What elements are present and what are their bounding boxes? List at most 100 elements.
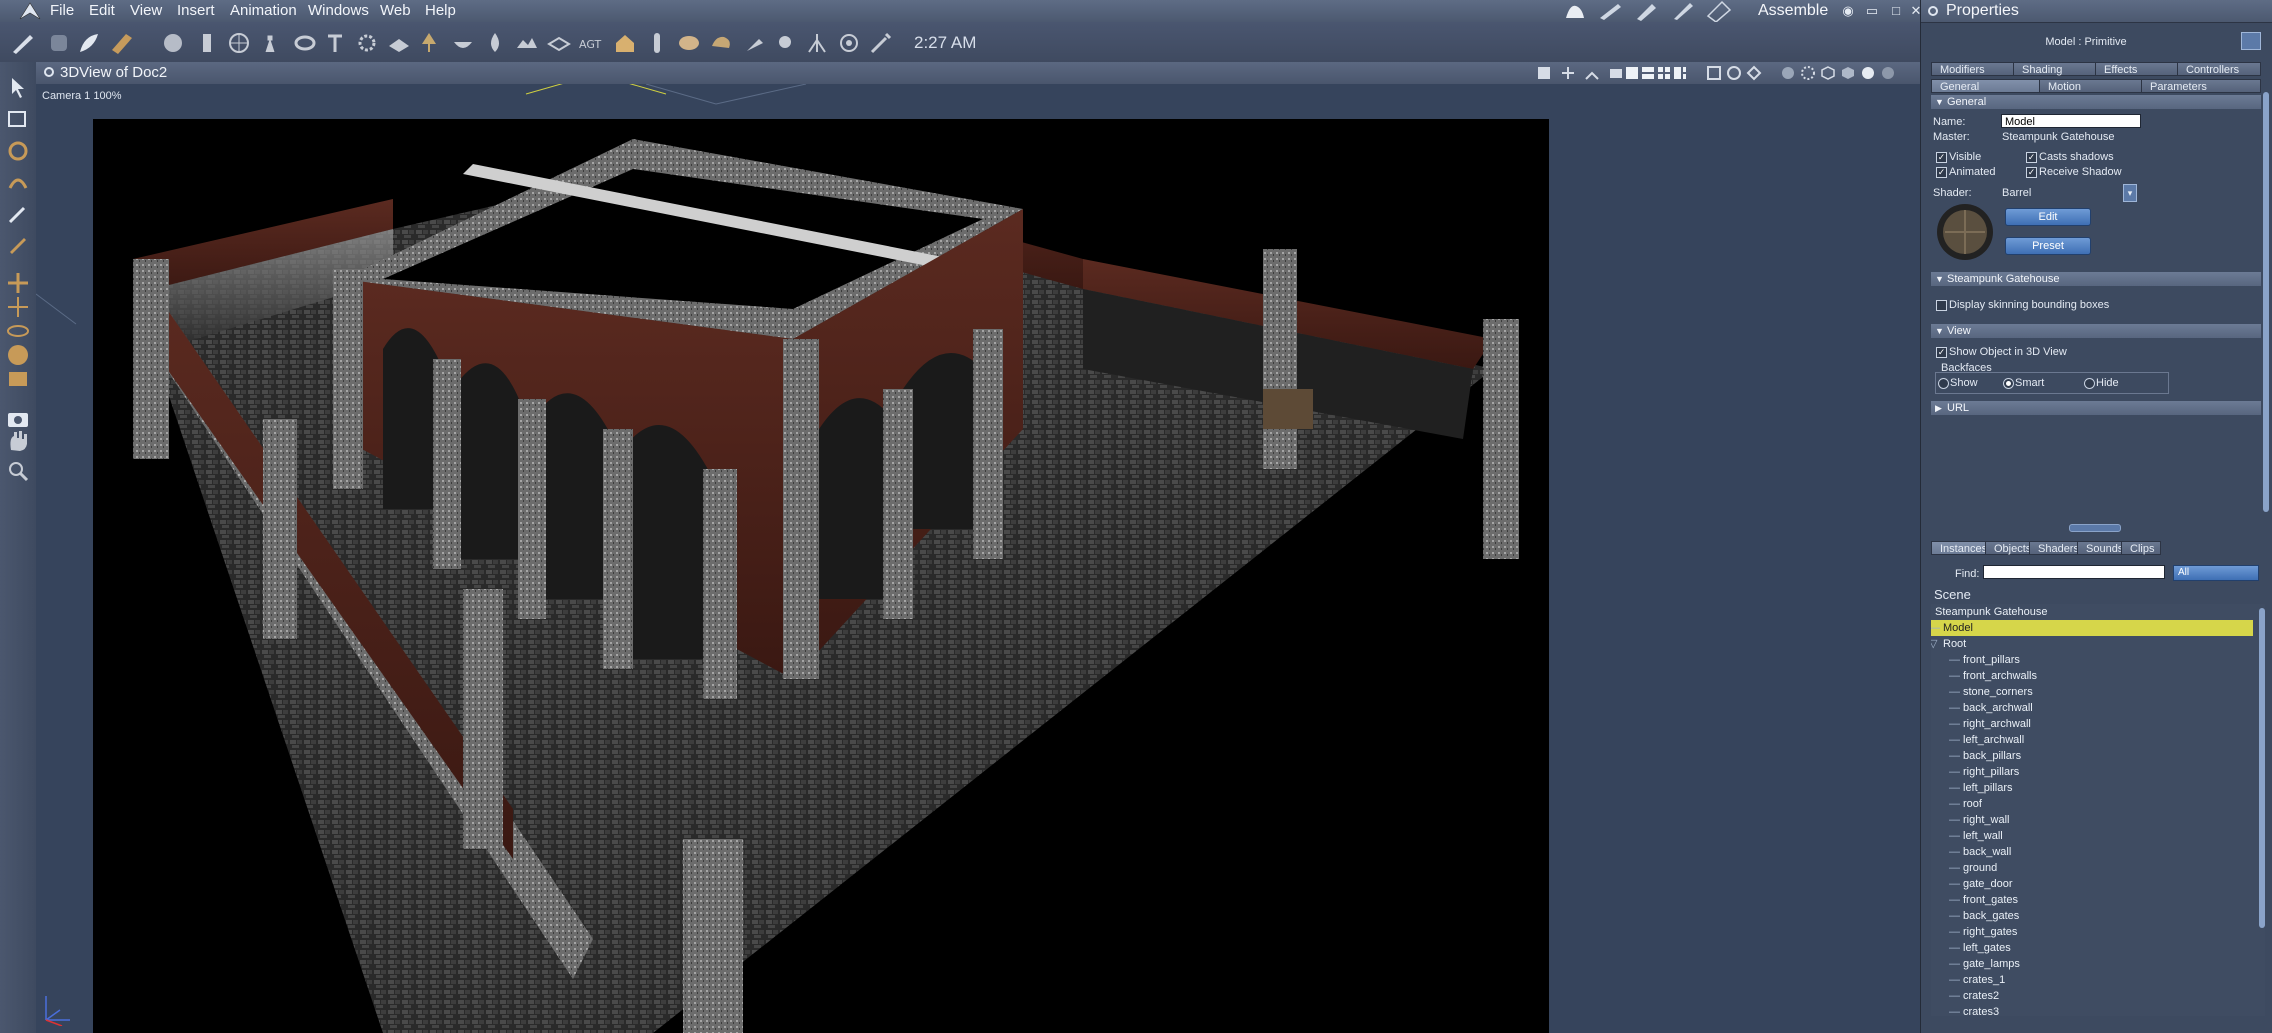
menu-insert[interactable]: Insert	[175, 2, 217, 20]
layout-quad-icon[interactable]	[1656, 65, 1672, 81]
shading-cube-icon[interactable]	[1820, 65, 1836, 81]
menu-windows[interactable]: Windows	[306, 2, 371, 20]
select-arrow-icon[interactable]	[4, 74, 32, 100]
tree-icon[interactable]	[416, 30, 442, 56]
text-3d-icon[interactable]: AGT	[578, 30, 604, 56]
pencil-icon[interactable]	[1668, 0, 1698, 22]
shading-smooth-icon[interactable]	[1800, 65, 1816, 81]
cylinder-icon[interactable]	[194, 30, 220, 56]
select-box-icon[interactable]	[4, 106, 32, 132]
shading-bbox-icon[interactable]	[1706, 65, 1722, 81]
camera-toggle-icon[interactable]	[1608, 65, 1624, 81]
shading-render-icon[interactable]	[1880, 65, 1896, 81]
house-icon[interactable]	[612, 30, 638, 56]
marker-tool-icon[interactable]	[108, 30, 134, 56]
tree-item[interactable]: — back_archwall	[1931, 700, 2253, 716]
tree-item[interactable]: — back_gates	[1931, 908, 2253, 924]
menu-animation[interactable]: Animation	[228, 2, 299, 20]
tree-item[interactable]: — right_archwall	[1931, 716, 2253, 732]
render-preview-icon[interactable]	[1536, 65, 1552, 81]
tree-item[interactable]: — back_pillars	[1931, 748, 2253, 764]
tree-item[interactable]: — right_gates	[1931, 924, 2253, 940]
section-general[interactable]: ▼ General	[1931, 95, 2261, 109]
camera-rig-icon[interactable]	[804, 30, 830, 56]
tree-item[interactable]: — front_pillars	[1931, 652, 2253, 668]
tab-objects[interactable]: Objects	[1985, 541, 2031, 555]
pen-icon[interactable]	[1632, 0, 1662, 22]
tree-item[interactable]: — right_wall	[1931, 812, 2253, 828]
ruler-icon[interactable]	[1704, 0, 1734, 22]
show-object-checkbox[interactable]: ✓	[1936, 347, 1947, 358]
brush-icon[interactable]	[1596, 0, 1626, 22]
tree-scrollbar[interactable]	[2259, 608, 2265, 928]
torus-icon[interactable]	[292, 30, 318, 56]
menu-web[interactable]: Web	[378, 2, 413, 20]
maximize-button[interactable]: □	[1886, 2, 1906, 20]
lattice-icon[interactable]	[546, 30, 572, 56]
resize-icon[interactable]	[4, 366, 32, 392]
tab-instances[interactable]: Instances	[1931, 541, 1987, 555]
room-label[interactable]: Assemble	[1758, 2, 1828, 20]
tree-item[interactable]: — crates_1	[1931, 972, 2253, 988]
backfaces-show-radio[interactable]	[1938, 378, 1949, 389]
tree-item[interactable]: — stone_corners	[1931, 684, 2253, 700]
sphere-icon[interactable]	[160, 30, 186, 56]
rock-icon[interactable]	[708, 30, 734, 56]
text-icon[interactable]	[322, 30, 348, 56]
casts-shadows-checkbox[interactable]: ✓	[2026, 152, 2037, 163]
menu-file[interactable]: File	[48, 2, 76, 20]
trackball-icon[interactable]	[4, 342, 32, 368]
3d-viewport[interactable]: Camera 1 100%	[36, 84, 1920, 1033]
bulb-light-icon[interactable]	[772, 30, 798, 56]
shading-wire-icon[interactable]	[1726, 65, 1742, 81]
backfaces-smart-radio[interactable]	[2003, 378, 2014, 389]
grid-toggle-icon[interactable]	[1560, 65, 1576, 81]
shader-preview-thumbnail[interactable]	[1935, 202, 1995, 262]
tree-item[interactable]: — back_wall	[1931, 844, 2253, 860]
panel-splitter[interactable]	[2069, 524, 2121, 532]
lens-icon[interactable]	[676, 30, 702, 56]
tree-item[interactable]: — left_pillars	[1931, 780, 2253, 796]
tab-modifiers[interactable]: Modifiers	[1931, 62, 2015, 76]
tree-item[interactable]: ▽ Root	[1931, 636, 2253, 652]
tab-parameters[interactable]: Parameters	[2141, 79, 2261, 93]
animated-checkbox[interactable]: ✓	[1936, 167, 1947, 178]
tab-effects[interactable]: Effects	[2095, 62, 2179, 76]
tree-item[interactable]: — gate_lamps	[1931, 956, 2253, 972]
shading-texture-icon[interactable]	[1840, 65, 1856, 81]
tree-item[interactable]: — gate_door	[1931, 876, 2253, 892]
move-xz-icon[interactable]	[4, 294, 32, 320]
tab-general[interactable]: General	[1931, 79, 2041, 93]
tree-item[interactable]: — right_pillars	[1931, 764, 2253, 780]
tree-item[interactable]: — crates3	[1931, 1004, 2253, 1016]
shading-sphere-icon[interactable]	[1860, 65, 1876, 81]
layout-three-icon[interactable]	[1672, 65, 1688, 81]
menu-view[interactable]: View	[128, 2, 164, 20]
minimize-button[interactable]: ▭	[1862, 2, 1882, 20]
plane-icon[interactable]	[386, 30, 412, 56]
backfaces-hide-radio[interactable]	[2084, 378, 2095, 389]
gear-object-icon[interactable]	[354, 30, 380, 56]
tab-sounds[interactable]: Sounds	[2077, 541, 2123, 555]
layout-single-icon[interactable]	[1624, 65, 1640, 81]
tab-clips[interactable]: Clips	[2121, 541, 2161, 555]
rotate-axis-icon[interactable]	[4, 318, 32, 344]
filter-dropdown[interactable]: All	[2173, 565, 2259, 581]
wand-icon[interactable]	[868, 30, 894, 56]
viewport-options-icon[interactable]	[42, 65, 56, 79]
section-view[interactable]: ▼ View	[1931, 324, 2261, 338]
name-field[interactable]: Model	[2001, 114, 2141, 128]
tab-shaders[interactable]: Shaders	[2029, 541, 2079, 555]
figure-icon[interactable]	[258, 30, 284, 56]
twist-icon[interactable]	[4, 170, 32, 196]
globe-icon[interactable]	[226, 30, 252, 56]
hand-paint-icon[interactable]	[1560, 0, 1590, 22]
receive-shadow-checkbox[interactable]: ✓	[2026, 167, 2037, 178]
tree-item[interactable]: — front_gates	[1931, 892, 2253, 908]
zoom-icon[interactable]	[4, 458, 32, 484]
shading-flat-icon[interactable]	[1780, 65, 1796, 81]
tab-controllers[interactable]: Controllers	[2177, 62, 2261, 76]
paint-tool-icon[interactable]	[76, 30, 102, 56]
rotate-icon[interactable]	[4, 138, 32, 164]
capsule-icon[interactable]	[644, 30, 670, 56]
